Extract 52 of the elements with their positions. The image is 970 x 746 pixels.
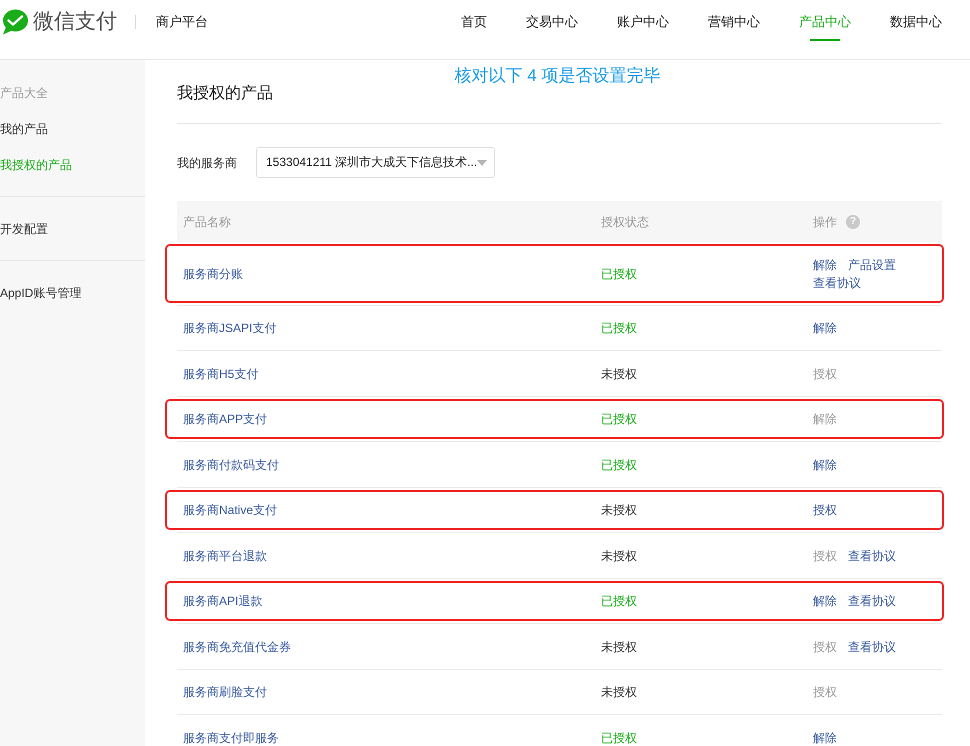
status-text: 已授权 xyxy=(601,412,637,426)
action-link[interactable]: 解除 xyxy=(813,319,837,337)
page-title: 我授权的产品 xyxy=(177,82,942,124)
action-link[interactable]: 授权 xyxy=(813,501,837,519)
product-link[interactable]: 服务商支付即服务 xyxy=(183,730,279,744)
status-text: 未授权 xyxy=(601,640,637,654)
product-link[interactable]: 服务商JSAPI支付 xyxy=(183,321,276,335)
filter-label: 我的服务商 xyxy=(177,154,238,172)
product-link[interactable]: 服务商付款码支付 xyxy=(183,458,279,472)
sidebar-heading: 产品大全 xyxy=(0,85,49,102)
product-link[interactable]: 服务商分账 xyxy=(183,266,243,280)
column-header: 操作 xyxy=(813,214,837,230)
status-text: 已授权 xyxy=(601,594,637,608)
status-text: 未授权 xyxy=(601,366,637,380)
status-text: 未授权 xyxy=(601,685,637,699)
status-text: 已授权 xyxy=(601,266,637,280)
speech-bubble-check-icon xyxy=(2,9,28,35)
sidebar-item[interactable]: AppID账号管理 xyxy=(0,275,145,311)
status-text: 未授权 xyxy=(601,548,637,562)
product-link[interactable]: 服务商APP支付 xyxy=(183,412,268,426)
column-header: 授权状态 xyxy=(601,214,649,230)
logo-text: 微信支付 xyxy=(33,9,117,35)
action-link[interactable]: 查看协议 xyxy=(813,274,861,292)
column-header: 产品名称 xyxy=(183,214,231,230)
platform-title: 商户平台 xyxy=(156,13,208,31)
sidebar-item[interactable]: 我的产品 xyxy=(0,111,145,147)
product-link[interactable]: 服务商Native支付 xyxy=(183,503,278,517)
status-text: 未授权 xyxy=(601,503,637,517)
product-link[interactable]: 服务商H5支付 xyxy=(183,366,258,380)
status-text: 已授权 xyxy=(601,321,637,335)
product-link[interactable]: 服务商平台退款 xyxy=(183,548,267,562)
sidebar-item[interactable]: 开发配置 xyxy=(0,211,145,247)
nav-tab[interactable]: 数据中心 xyxy=(890,0,942,42)
action-link[interactable]: 查看协议 xyxy=(848,546,896,564)
nav-tab[interactable]: 账户中心 xyxy=(617,0,669,42)
action-link[interactable]: 查看协议 xyxy=(848,592,896,610)
action-link[interactable]: 解除 xyxy=(813,592,837,610)
product-link[interactable]: 服务商刷脸支付 xyxy=(183,685,267,699)
action-link[interactable]: 解除 xyxy=(813,728,837,746)
action-link[interactable]: 产品设置 xyxy=(848,256,896,274)
status-text: 已授权 xyxy=(601,458,637,472)
nav-tab[interactable]: 首页 xyxy=(461,0,487,42)
product-link[interactable]: 服务商免充值代金券 xyxy=(183,640,291,654)
provider-select[interactable]: 1533041211 深圳市大成天下信息技术... xyxy=(256,147,495,178)
nav-tab[interactable]: 营销中心 xyxy=(708,0,760,42)
action-link[interactable]: 解除 xyxy=(813,256,837,274)
caret-icon xyxy=(477,160,488,166)
nav-tab[interactable]: 交易中心 xyxy=(526,0,578,42)
product-link[interactable]: 服务商API退款 xyxy=(183,594,262,608)
status-text: 已授权 xyxy=(601,730,637,744)
action-link[interactable]: 解除 xyxy=(813,456,837,474)
action-link[interactable]: 查看协议 xyxy=(848,638,896,656)
